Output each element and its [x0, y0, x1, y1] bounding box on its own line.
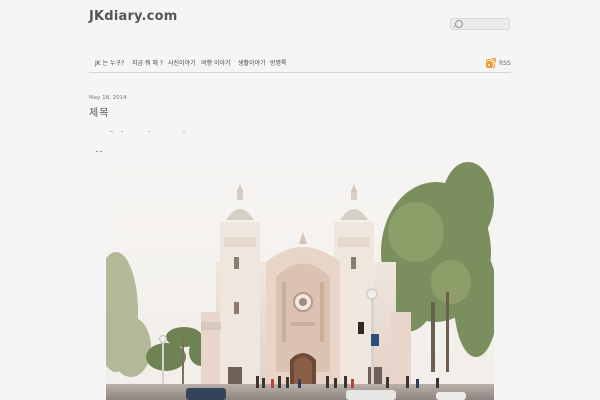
- rss-icon: [486, 58, 496, 68]
- rss-link[interactable]: RSS: [486, 58, 511, 68]
- nav-item-travel[interactable]: 여행 이야기: [201, 58, 231, 67]
- post-photo: [106, 162, 494, 400]
- search-box[interactable]: [450, 18, 510, 30]
- nav-item-now[interactable]: 지금 뭐 해 ?: [132, 58, 163, 67]
- site-title[interactable]: JKdiary.com: [89, 9, 177, 24]
- post-title[interactable]: 제목: [89, 104, 109, 119]
- post-excerpt-line: [96, 151, 104, 153]
- main-nav: JK 는 누구? 지금 뭐 해 ? 사진이야기 여행 이야기 생활이야기 방명록…: [89, 54, 511, 73]
- nav-item-guestbook[interactable]: 방명록: [270, 58, 287, 67]
- rss-label: RSS: [499, 60, 511, 67]
- nav-item-about[interactable]: JK 는 누구?: [95, 58, 124, 67]
- post-date: May 18, 2014: [89, 95, 127, 101]
- post-excerpt-line: [110, 131, 190, 133]
- nav-item-photo[interactable]: 사진이야기: [168, 58, 196, 67]
- nav-item-life[interactable]: 생활이야기: [238, 58, 266, 67]
- search-input[interactable]: [465, 19, 509, 29]
- search-icon: [455, 20, 463, 28]
